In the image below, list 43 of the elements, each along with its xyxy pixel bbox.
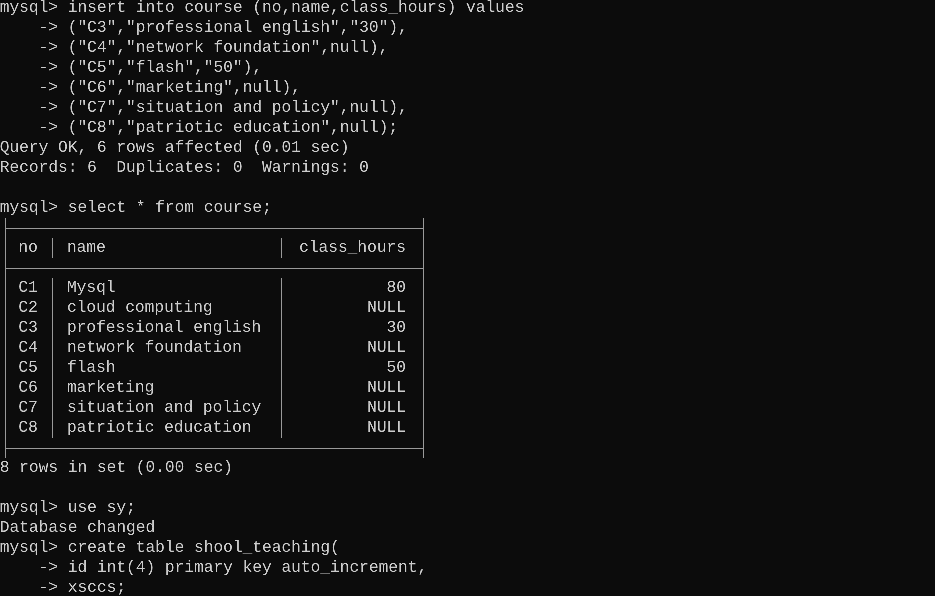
table-cell: NULL — [367, 299, 406, 317]
column-header: name — [67, 239, 106, 257]
terminal-line: -> xsccs; — [38, 578, 126, 596]
table-cell: 80 — [386, 279, 406, 297]
column-header: class_hours — [299, 239, 406, 257]
table-cell: NULL — [367, 419, 406, 437]
terminal-line: mysql> select * from course; — [0, 198, 272, 218]
table-cell: patriotic education — [67, 419, 252, 437]
table-cell: 30 — [386, 319, 406, 337]
terminal-line: mysql> create table shool_teaching( — [0, 538, 340, 558]
table-cell: C8 — [18, 419, 38, 437]
terminal-line: 8 rows in set (0.00 sec) — [0, 458, 234, 478]
table-cell: professional english — [67, 319, 262, 337]
table-cell: C2 — [18, 299, 38, 317]
table-cell: network foundation — [67, 339, 242, 357]
table-cell: C5 — [18, 359, 38, 377]
terminal-line: Database changed — [0, 518, 156, 538]
column-header: no — [18, 239, 38, 257]
table-cell: Mysql — [67, 279, 116, 297]
table-cell: C6 — [18, 379, 38, 397]
table-cell: C4 — [18, 339, 38, 357]
table-cell: NULL — [367, 339, 406, 357]
table-cell: NULL — [367, 379, 406, 397]
table-cell: situation and policy — [67, 399, 262, 417]
terminal-line: -> ("C5","flash","50"), — [38, 58, 262, 78]
terminal-line: mysql> insert into course (no,name,class_hours) values — [0, 0, 525, 18]
terminal-line: -> id int(4) primary key auto_increment, — [38, 558, 428, 578]
table-cell: 50 — [386, 359, 406, 377]
terminal-line: mysql> use sy; — [0, 498, 136, 518]
table-cell: flash — [67, 359, 116, 377]
table-cell: cloud computing — [67, 299, 213, 317]
terminal-line: -> ("C8","patriotic education",null); — [38, 118, 398, 138]
table-cell: C7 — [18, 399, 38, 417]
terminal-line: -> ("C7","situation and policy",null), — [38, 98, 408, 118]
terminal-line: -> ("C4","network foundation",null), — [38, 38, 389, 58]
terminal-line: -> ("C6","marketing",null), — [38, 78, 302, 98]
table-cell: C1 — [18, 279, 38, 297]
table-cell: NULL — [367, 399, 406, 417]
table-cell: C3 — [18, 319, 38, 337]
terminal-line: Query OK, 6 rows affected (0.01 sec) — [0, 138, 350, 158]
terminal-line: -> ("C3","professional english","30"), — [38, 18, 408, 38]
table-cell: marketing — [67, 379, 155, 397]
terminal-line: Records: 6 Duplicates: 0 Warnings: 0 — [0, 158, 370, 178]
